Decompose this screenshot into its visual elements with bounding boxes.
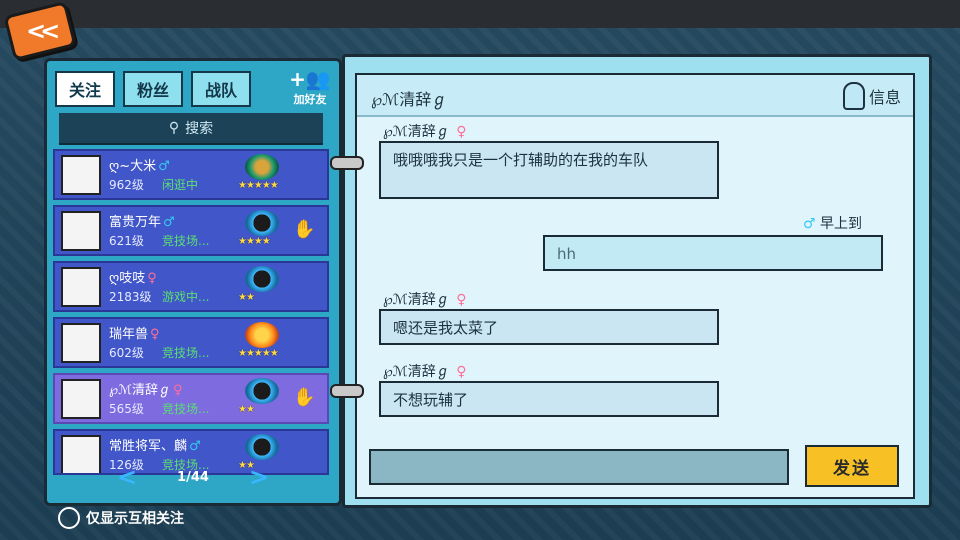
top-bar [0, 0, 960, 28]
chat-title: ℘ℳ清辞ℊ [371, 90, 448, 109]
female-icon: ♀ [456, 124, 467, 140]
rank-stars: ★★ [238, 292, 255, 303]
rank-badge-icon [245, 266, 279, 292]
avatar [61, 267, 101, 307]
chat-input[interactable] [369, 449, 789, 485]
list-item[interactable]: ღ吱吱 ♀ 2183级 游戏中... ★★ [53, 261, 329, 312]
add-friend-label: 加好友 [293, 93, 327, 106]
friend-status: 竞技场... [162, 346, 210, 360]
female-icon: ♀ [172, 383, 183, 398]
rank-badge-icon [245, 322, 279, 348]
search-label: 搜索 [185, 121, 214, 137]
male-icon: ♂ [163, 215, 175, 230]
female-icon: ♀ [456, 292, 467, 308]
mutual-only-toggle[interactable]: 仅显示互相关注 [58, 507, 184, 529]
list-item[interactable]: 富贵万年 ♂ 621级 竞技场... ★★★★ ✋ [53, 205, 329, 256]
info-button[interactable]: 信息 [842, 82, 901, 110]
pagination: < 1/44 > [59, 457, 327, 497]
message-list: ℘ℳ清辞ℊ ♀ 哦哦哦我只是一个打辅助的在我的车队 ♂ 早上到 hh ℘ℳ清辞ℊ… [357, 117, 913, 433]
rank-badge-icon [245, 154, 279, 180]
rank-stars: ★★ [238, 404, 255, 415]
female-icon: ♀ [150, 327, 160, 342]
search-input[interactable]: ⚲ 搜索 [59, 113, 323, 145]
chat-header: ℘ℳ清辞ℊ 信息 [357, 75, 913, 117]
avatar [61, 211, 101, 251]
friends-panel: 关注 粉丝 战队 +👥 加好友 ⚲ 搜索 ღ~大米 ♂ 962级 闲逛中 ★★★★… [44, 58, 342, 506]
rank-badge-icon [245, 210, 279, 236]
add-person-icon: +👥 [289, 67, 331, 91]
handshake-icon[interactable]: ✋ [293, 219, 315, 240]
chat-panel: ℘ℳ清辞ℊ 信息 ℘ℳ清辞ℊ ♀ 哦哦哦我只是一个打辅助的在我的车队 ♂ 早上到… [342, 54, 932, 508]
friend-status: 游戏中... [162, 290, 210, 304]
rank-stars: ★★★★ [238, 236, 271, 247]
message-bubble-own: hh [543, 235, 883, 271]
person-icon [842, 82, 865, 110]
friend-level: 602级 [109, 346, 144, 360]
chat-input-row: 发送 [369, 445, 899, 487]
double-chevron-left-icon: << [25, 17, 55, 45]
chevron-left-icon[interactable]: < [117, 463, 137, 491]
message-sender: ♂ 早上到 [803, 216, 863, 232]
friend-level: 621级 [109, 234, 144, 248]
page-indicator: 1/44 [177, 469, 209, 485]
friend-level: 962级 [109, 178, 144, 192]
search-icon: ⚲ [168, 120, 180, 136]
friend-list: ღ~大米 ♂ 962级 闲逛中 ★★★★★ 富贵万年 ♂ 621级 竞技场... ★… [53, 149, 329, 480]
chevron-right-icon[interactable]: > [249, 463, 269, 491]
friend-status: 竞技场... [162, 402, 210, 416]
tab-following[interactable]: 关注 [55, 71, 115, 107]
friend-name: 瑞年兽 [109, 327, 149, 342]
friend-status: 闲逛中 [162, 178, 199, 192]
friend-level: 2183级 [109, 290, 152, 304]
binder-ring [330, 156, 364, 170]
friend-status: 竞技场... [162, 234, 210, 248]
chat-window: ℘ℳ清辞ℊ 信息 ℘ℳ清辞ℊ ♀ 哦哦哦我只是一个打辅助的在我的车队 ♂ 早上到… [355, 73, 915, 499]
male-icon: ♂ [158, 159, 170, 174]
friend-name: 富贵万年 [109, 215, 162, 230]
female-icon: ♀ [147, 271, 157, 286]
friend-level: 565级 [109, 402, 144, 416]
male-icon: ♂ [189, 439, 201, 454]
info-label: 信息 [868, 88, 901, 107]
message-bubble: 嗯还是我太菜了 [379, 309, 719, 345]
friend-name: ღ~大米 [109, 159, 157, 174]
message-sender: ℘ℳ清辞ℊ ♀ [383, 364, 467, 380]
binder-ring [330, 384, 364, 398]
rank-stars: ★★★★★ [238, 180, 279, 191]
radio-circle-icon[interactable] [58, 507, 80, 529]
tab-team[interactable]: 战队 [191, 71, 251, 107]
handshake-icon[interactable]: ✋ [293, 387, 315, 408]
list-item[interactable]: ღ~大米 ♂ 962级 闲逛中 ★★★★★ [53, 149, 329, 200]
friend-name: 常胜将军、麟 [109, 439, 188, 454]
avatar [61, 323, 101, 363]
rank-stars: ★★★★★ [238, 348, 279, 359]
avatar [61, 155, 101, 195]
friend-tabs: 关注 粉丝 战队 [55, 71, 251, 107]
female-icon: ♀ [456, 364, 467, 380]
send-button[interactable]: 发送 [805, 445, 899, 487]
message-bubble: 不想玩辅了 [379, 381, 719, 417]
message-sender: ℘ℳ清辞ℊ ♀ [383, 124, 467, 140]
rank-badge-icon [245, 378, 279, 404]
add-friend-button[interactable]: +👥 加好友 [285, 67, 335, 111]
list-item-selected[interactable]: ℘ℳ清辞ℊ ♀ 565级 竞技场... ★★ ✋ [53, 373, 329, 424]
avatar [61, 379, 101, 419]
male-icon: ♂ [803, 216, 816, 232]
list-item[interactable]: 瑞年兽 ♀ 602级 竞技场... ★★★★★ [53, 317, 329, 368]
friend-name: ℘ℳ清辞ℊ [109, 383, 171, 398]
mutual-only-label: 仅显示互相关注 [86, 511, 184, 527]
message-sender: ℘ℳ清辞ℊ ♀ [383, 292, 467, 308]
message-bubble: 哦哦哦我只是一个打辅助的在我的车队 [379, 141, 719, 199]
tab-fans[interactable]: 粉丝 [123, 71, 183, 107]
friend-name: ღ吱吱 [109, 271, 146, 286]
